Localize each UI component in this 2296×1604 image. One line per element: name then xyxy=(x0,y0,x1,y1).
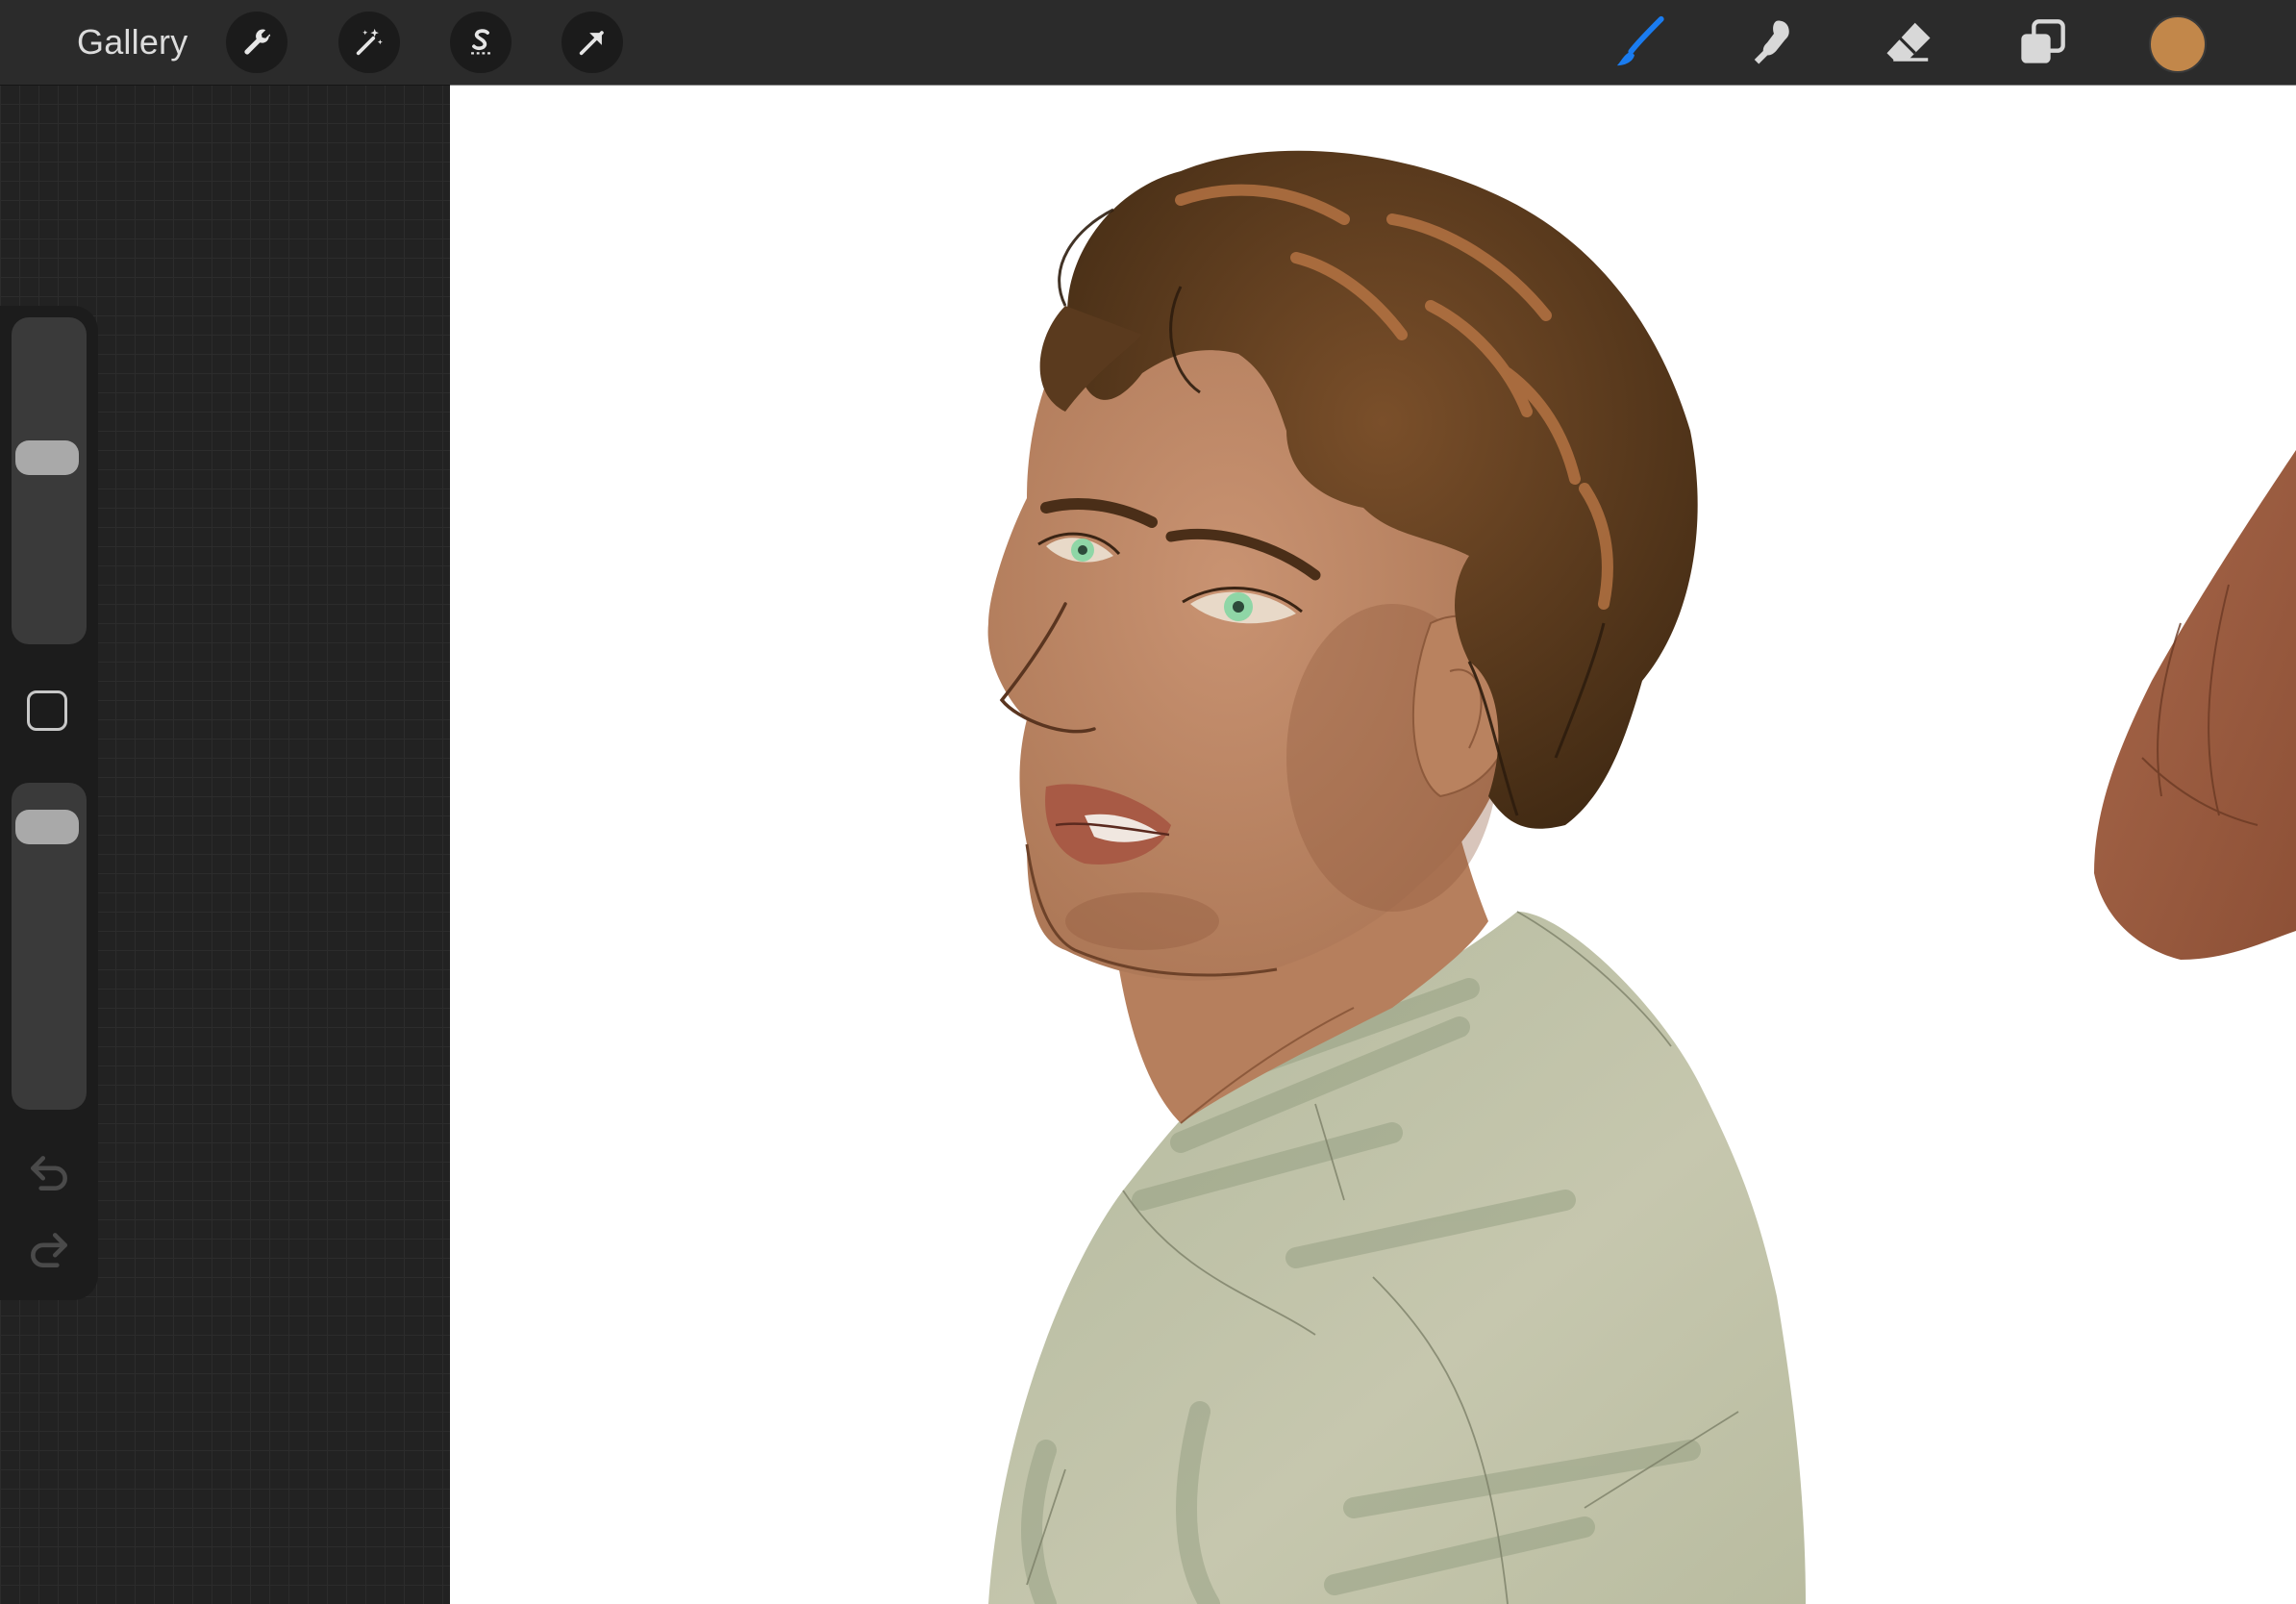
illustration xyxy=(987,150,2296,1604)
opacity-thumb[interactable] xyxy=(15,809,79,844)
modify-button[interactable] xyxy=(27,690,67,731)
undo-icon xyxy=(31,1156,67,1190)
smudge-icon xyxy=(1754,20,1789,64)
eraser-tool-button[interactable] xyxy=(1880,13,1937,71)
brush-icon xyxy=(1616,15,1664,66)
opacity-slider[interactable] xyxy=(12,783,87,1110)
actions-button[interactable] xyxy=(226,12,287,73)
redo-icon xyxy=(31,1233,67,1267)
magic-wand-icon xyxy=(356,28,383,56)
top-toolbar: Gallery xyxy=(0,0,2296,85)
gallery-button[interactable]: Gallery xyxy=(58,0,207,85)
brush-size-slider[interactable] xyxy=(12,317,87,644)
layers-button[interactable] xyxy=(2013,13,2071,71)
layers-icon xyxy=(2021,19,2065,63)
selection-button[interactable] xyxy=(450,12,512,73)
redo-button[interactable] xyxy=(25,1225,73,1273)
adjustments-button[interactable] xyxy=(338,12,400,73)
transform-button[interactable] xyxy=(562,12,623,73)
drawing-canvas[interactable] xyxy=(450,85,2296,1604)
wrench-icon xyxy=(244,29,271,55)
arm-shape xyxy=(2094,450,2296,960)
sidebar xyxy=(0,306,98,1300)
color-picker-button[interactable] xyxy=(2149,15,2207,73)
brush-tool-button[interactable] xyxy=(1611,13,1669,71)
undo-button[interactable] xyxy=(25,1148,73,1196)
selection-s-icon xyxy=(471,29,490,55)
brush-size-thumb[interactable] xyxy=(15,440,79,476)
arrow-cursor-icon xyxy=(579,31,604,56)
eraser-icon xyxy=(1886,22,1931,62)
smudge-tool-button[interactable] xyxy=(1745,13,1803,71)
procreate-app: Gallery xyxy=(0,0,2296,1604)
